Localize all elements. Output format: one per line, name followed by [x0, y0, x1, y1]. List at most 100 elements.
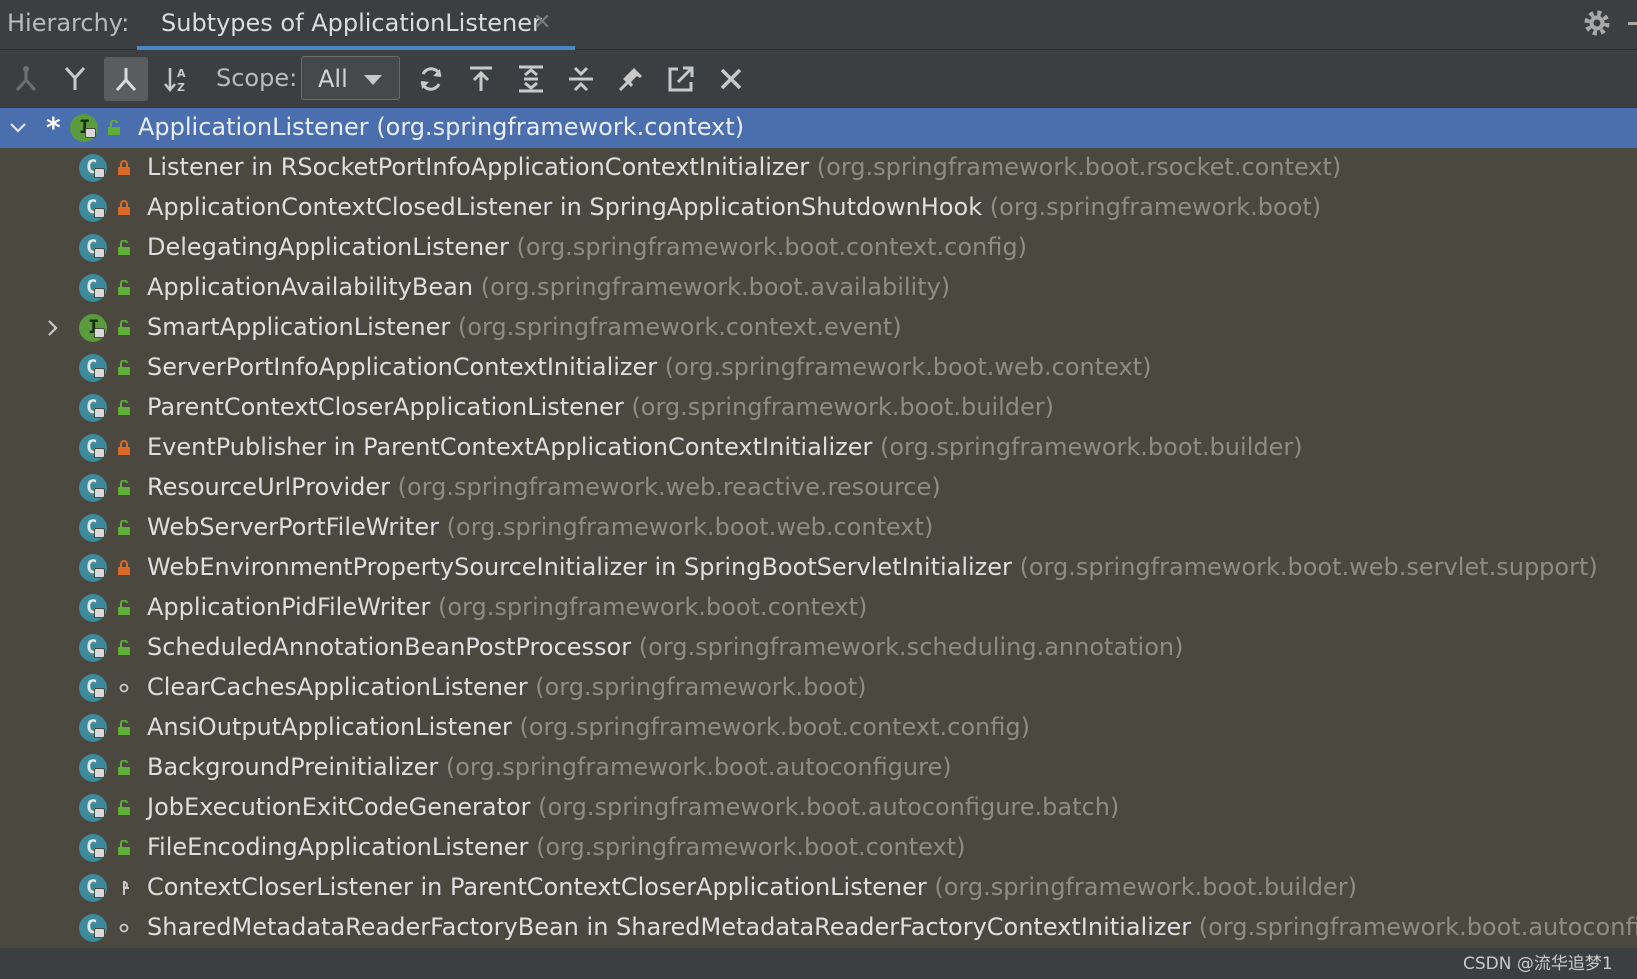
public-icon — [118, 640, 130, 655]
tree-row[interactable]: C Listener in RSocketPortInfoApplicationC… — [0, 148, 1637, 188]
tree-item-label: ApplicationAvailabilityBean (org.springf… — [147, 273, 951, 301]
private-icon — [118, 440, 130, 455]
class-icon: C — [79, 394, 107, 422]
class-icon: C — [79, 474, 107, 502]
interface-icon: I — [79, 314, 107, 342]
pin-button[interactable] — [609, 57, 653, 101]
tree-item-label: BackgroundPreinitializer (org.springfram… — [147, 753, 952, 781]
public-icon — [118, 280, 130, 295]
class-icon: C — [79, 514, 107, 542]
interface-icon: I — [70, 114, 98, 142]
refresh-icon — [420, 67, 442, 91]
chevron-down-icon[interactable] — [8, 118, 28, 138]
tree-row[interactable]: C AnsiOutputApplicationListener (org.spri… — [0, 708, 1637, 748]
tree-row[interactable]: C EventPublisher in ParentContextApplicat… — [0, 428, 1637, 468]
class-icon: C — [79, 714, 107, 742]
tree-item-label: ClearCachesApplicationListener (org.spri… — [147, 673, 867, 701]
class-icon: C — [79, 234, 107, 262]
refresh-button[interactable] — [409, 57, 453, 101]
tree-item-label: SmartApplicationListener (org.springfram… — [147, 313, 902, 341]
scope-dropdown[interactable]: All — [301, 56, 400, 100]
close-button[interactable] — [709, 57, 753, 101]
tree-row[interactable]: C ApplicationPidFileWriter (org.springfra… — [0, 588, 1637, 628]
tree-row[interactable]: C ParentContextCloserApplicationListener … — [0, 388, 1637, 428]
tree-item-label: WebServerPortFileWriter (org.springframe… — [147, 513, 934, 541]
tree-root-row[interactable]: * I ApplicationListener (org.springframe… — [0, 108, 1637, 148]
public-icon — [118, 480, 130, 495]
tree-item-label: WebEnvironmentPropertySourceInitializer … — [147, 553, 1598, 581]
class-hierarchy-button[interactable] — [4, 57, 48, 101]
sort-alpha-icon: AZ — [164, 67, 186, 94]
tree-row[interactable]: C ApplicationContextClosedListener in Spr… — [0, 188, 1637, 228]
tree-item-label: FileEncodingApplicationListener (org.spr… — [147, 833, 966, 861]
supertypes-button[interactable] — [53, 57, 97, 101]
class-hierarchy-icon — [15, 66, 37, 92]
minimize-icon[interactable] — [1628, 22, 1637, 25]
tree-row[interactable]: C SharedMetadataReaderFactoryBean in Shar… — [0, 908, 1637, 948]
public-icon — [118, 240, 130, 255]
tab-label: Subtypes of ApplicationListener — [161, 9, 542, 37]
private-icon — [118, 560, 130, 575]
class-icon: C — [79, 754, 107, 782]
tab-close-icon[interactable]: ✕ — [533, 10, 551, 35]
tree-item-label: ApplicationListener (org.springframework… — [138, 113, 745, 141]
public-icon — [118, 520, 130, 535]
tree-item-label: EventPublisher in ParentContextApplicati… — [147, 433, 1303, 461]
tree-row[interactable]: C ApplicationAvailabilityBean (org.spring… — [0, 268, 1637, 308]
package-private-icon — [119, 683, 129, 693]
class-icon: C — [79, 634, 107, 662]
hierarchy-title: Hierarchy: — [7, 9, 130, 37]
tree-row[interactable]: C DelegatingApplicationListener (org.spri… — [0, 228, 1637, 268]
subtypes-button[interactable] — [104, 57, 148, 101]
tree-item-label: ApplicationPidFileWriter (org.springfram… — [147, 593, 868, 621]
class-icon: C — [79, 154, 107, 182]
class-icon: C — [79, 594, 107, 622]
svg-text:A: A — [177, 67, 186, 80]
chevron-down-icon — [364, 75, 382, 85]
tree-row[interactable]: C ScheduledAnnotationBeanPostProcessor (o… — [0, 628, 1637, 668]
class-icon: C — [79, 554, 107, 582]
hierarchy-header: Hierarchy: Subtypes of ApplicationListen… — [0, 0, 1637, 50]
tree-item-label: AnsiOutputApplicationListener (org.sprin… — [147, 713, 1030, 741]
svg-text:Z: Z — [177, 81, 185, 94]
subtypes-icon — [115, 68, 137, 92]
export-button[interactable] — [659, 57, 703, 101]
base-on-this-class-button[interactable] — [459, 57, 503, 101]
tree-item-label: Listener in RSocketPortInfoApplicationCo… — [147, 153, 1342, 181]
watermark: CSDN @流华追梦1 — [1463, 954, 1613, 974]
public-icon — [118, 840, 130, 855]
tree-item-label: ContextCloserListener in ParentContextCl… — [147, 873, 1357, 901]
tree-row[interactable]: C WebEnvironmentPropertySourceInitializer… — [0, 548, 1637, 588]
tree-row[interactable]: C ServerPortInfoApplicationContextInitial… — [0, 348, 1637, 388]
tree-row[interactable]: C ClearCachesApplicationListener (org.spr… — [0, 668, 1637, 708]
scope-value: All — [318, 65, 348, 93]
class-icon: C — [79, 794, 107, 822]
sort-alpha-button[interactable]: AZ — [155, 57, 199, 101]
tree-row[interactable]: C ResourceUrlProvider (org.springframewor… — [0, 468, 1637, 508]
base-on-this-class-icon — [470, 66, 492, 91]
tree-row[interactable]: C FileEncodingApplicationListener (org.sp… — [0, 828, 1637, 868]
gear-icon[interactable] — [1581, 7, 1613, 39]
public-icon — [118, 800, 130, 815]
tree-row[interactable]: I SmartApplicationListener (org.springfra… — [0, 308, 1637, 348]
public-icon — [118, 720, 130, 735]
public-icon — [108, 120, 120, 135]
tree-row[interactable]: C JobExecutionExitCodeGenerator (org.spri… — [0, 788, 1637, 828]
tree-item-label: ParentContextCloserApplicationListener (… — [147, 393, 1055, 421]
scope-label: Scope: — [216, 64, 298, 92]
private-icon — [118, 200, 130, 215]
chevron-right-icon[interactable] — [42, 318, 62, 338]
class-icon: C — [79, 354, 107, 382]
tab-subtypes[interactable]: Subtypes of ApplicationListener ✕ — [137, 0, 575, 50]
tree-row[interactable]: C WebServerPortFileWriter (org.springfram… — [0, 508, 1637, 548]
tree-item-label: ResourceUrlProvider (org.springframework… — [147, 473, 941, 501]
private-icon — [118, 160, 130, 175]
tree-item-label: JobExecutionExitCodeGenerator (org.sprin… — [147, 793, 1120, 821]
expand-all-button[interactable] — [509, 57, 553, 101]
class-icon: C — [79, 434, 107, 462]
collapse-all-button[interactable] — [559, 57, 603, 101]
tree-row[interactable]: C BackgroundPreinitializer (org.springfra… — [0, 748, 1637, 788]
hierarchy-toolbar: AZ Scope: All — [0, 50, 1637, 108]
public-icon — [118, 400, 130, 415]
tree-row[interactable]: C ContextCloserListener in ParentContextC… — [0, 868, 1637, 908]
